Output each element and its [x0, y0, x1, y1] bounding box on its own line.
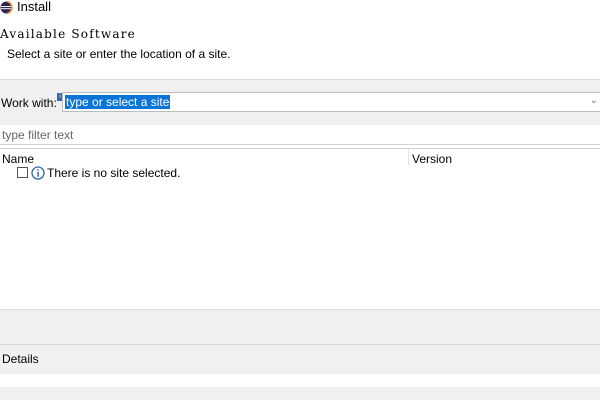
table-row[interactable]: There is no site selected. — [0, 166, 600, 183]
filter-input[interactable] — [0, 126, 600, 145]
software-table: Name Version There is no site selected. — [0, 148, 600, 309]
page-description: Select a site or enter the location of a… — [7, 47, 231, 61]
eclipse-icon — [0, 1, 13, 14]
row-checkbox[interactable] — [17, 167, 28, 178]
details-text-area[interactable] — [0, 374, 600, 387]
column-divider[interactable] — [408, 149, 409, 165]
details-divider — [0, 344, 600, 345]
row-name: There is no site selected. — [47, 166, 181, 180]
column-header-name[interactable]: Name — [2, 152, 34, 166]
work-with-label: Work with: — [1, 96, 57, 110]
page-title: Available Software — [0, 27, 136, 41]
work-with-combo[interactable]: type or select a site ⌄ — [62, 92, 600, 112]
info-icon — [31, 166, 45, 180]
column-header-version[interactable]: Version — [412, 152, 452, 166]
window-title: Install — [17, 0, 51, 14]
work-with-input-text[interactable]: type or select a site — [65, 95, 171, 109]
work-with-row: Work with: i type or select a site ⌄ — [0, 80, 600, 125]
title-bar: Install — [0, 0, 600, 16]
details-label: Details — [2, 352, 39, 366]
chevron-down-icon[interactable]: ⌄ — [590, 95, 598, 106]
